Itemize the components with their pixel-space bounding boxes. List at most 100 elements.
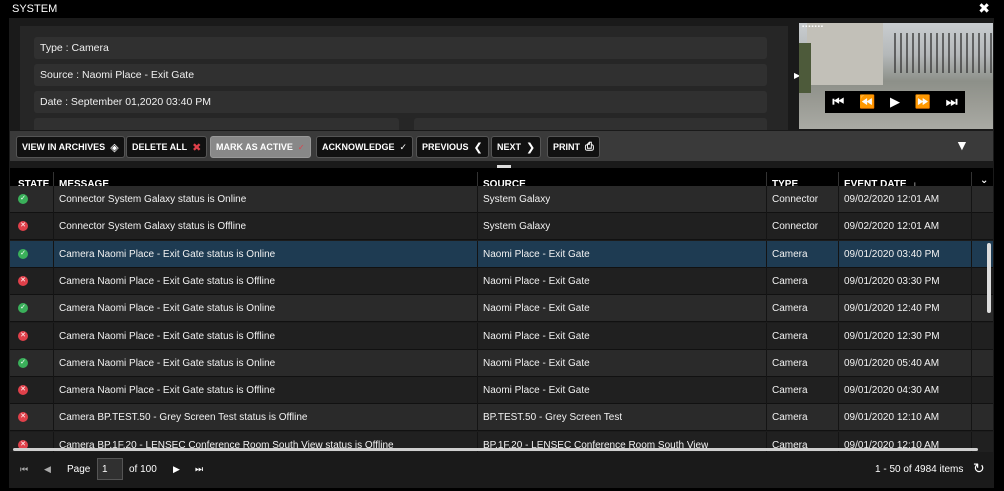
- previous-page-icon[interactable]: ◀: [44, 464, 51, 475]
- column-menu-chevron-icon[interactable]: ⌄: [980, 175, 988, 186]
- page-number-input[interactable]: [97, 458, 123, 480]
- mark-as-active-button[interactable]: MARK AS ACTIVE ✓: [210, 136, 311, 158]
- next-button[interactable]: NEXT ❯: [491, 136, 542, 158]
- items-summary: 1 - 50 of 4984 items: [875, 464, 964, 475]
- next-page-icon[interactable]: ▶: [173, 464, 180, 475]
- cell-source: Naomi Place - Exit Gate: [483, 275, 590, 287]
- detail-date: Date : September 01,2020 03:40 PM: [34, 91, 767, 113]
- cell-message: Connector System Galaxy status is Offlin…: [59, 221, 247, 233]
- close-icon[interactable]: ✖: [978, 0, 990, 17]
- check-icon: ✓: [297, 142, 305, 152]
- skip-start-icon[interactable]: ⏮: [832, 94, 844, 110]
- cell-type: Camera: [772, 248, 808, 260]
- skip-end-icon[interactable]: ⏭: [946, 94, 958, 110]
- cell-source: System Galaxy: [483, 221, 551, 233]
- cell-divider: [838, 240, 839, 268]
- cell-type: Camera: [772, 357, 808, 369]
- cell-divider: [838, 186, 839, 213]
- cell-divider: [477, 213, 478, 241]
- cell-divider: [53, 267, 54, 295]
- table-row[interactable]: ✕ Connector System Galaxy status is Offli…: [10, 213, 993, 241]
- camera-status-dots: ▪▪▪▪▪▪▪: [802, 24, 824, 30]
- cell-divider: [53, 295, 54, 323]
- cell-divider: [766, 213, 767, 241]
- refresh-icon[interactable]: ↻: [973, 460, 985, 477]
- view-in-archives-button[interactable]: VIEW IN ARCHIVES ◈: [16, 136, 125, 158]
- offline-status-icon: ✕: [18, 330, 28, 341]
- table-row[interactable]: ✓ Camera Naomi Place - Exit Gate status i…: [10, 295, 993, 323]
- cell-date: 09/01/2020 03:40 PM: [844, 248, 940, 260]
- play-icon[interactable]: ▶: [890, 94, 900, 110]
- cell-source: BP.TEST.50 - Grey Screen Test: [483, 412, 623, 424]
- acknowledge-label: ACKNOWLEDGE: [322, 142, 395, 152]
- acknowledge-button[interactable]: ACKNOWLEDGE ✓: [316, 136, 414, 158]
- cell-divider: [477, 322, 478, 350]
- cell-date: 09/01/2020 05:40 AM: [844, 357, 940, 369]
- cell-source: Naomi Place - Exit Gate: [483, 303, 590, 315]
- cell-divider: [477, 295, 478, 323]
- cell-divider: [477, 240, 478, 268]
- cell-source: Naomi Place - Exit Gate: [483, 357, 590, 369]
- first-page-icon[interactable]: ⏮: [20, 464, 28, 475]
- chevron-right-icon: ❯: [526, 141, 536, 154]
- table-row[interactable]: ✕ Camera BP.TEST.50 - Grey Screen Test st…: [10, 404, 993, 432]
- rewind-icon[interactable]: ⏪: [859, 94, 875, 110]
- cell-divider: [477, 267, 478, 295]
- table-row[interactable]: ✓ Camera Naomi Place - Exit Gate status i…: [10, 349, 993, 377]
- archive-icon: ◈: [110, 141, 119, 154]
- cell-divider: [766, 377, 767, 405]
- table-row[interactable]: ✕ Camera Naomi Place - Exit Gate status i…: [10, 267, 993, 295]
- print-button[interactable]: PRINT ⎙: [547, 136, 600, 158]
- table-row[interactable]: ✓ Connector System Galaxy status is Onlin…: [10, 186, 993, 213]
- cell-divider: [53, 213, 54, 241]
- detail-source: Source : Naomi Place - Exit Gate: [34, 64, 767, 86]
- cell-divider: [971, 349, 972, 377]
- cell-divider: [838, 322, 839, 350]
- grid-horizontal-scrollbar[interactable]: [13, 448, 978, 451]
- cell-divider: [971, 377, 972, 405]
- cell-source: Naomi Place - Exit Gate: [483, 385, 590, 397]
- events-grid: STATE MESSAGE SOURCE TYPE EVENT DATE ↓ ⌄…: [10, 168, 993, 452]
- table-row[interactable]: ✕ Camera Naomi Place - Exit Gate status i…: [10, 377, 993, 405]
- fast-forward-icon[interactable]: ⏩: [915, 94, 931, 110]
- cell-message: Camera Naomi Place - Exit Gate status is…: [59, 303, 276, 315]
- previous-button[interactable]: PREVIOUS ❮: [416, 136, 489, 158]
- delete-all-button[interactable]: DELETE ALL ✖: [126, 136, 208, 158]
- check-icon: ✓: [399, 141, 408, 152]
- page-count-label: of 100: [129, 464, 157, 475]
- camera-preview: ⏮ ⏪ ▶ ⏩ ⏭: [799, 23, 993, 129]
- cell-message: Camera BP.TEST.50 - Grey Screen Test sta…: [59, 412, 308, 424]
- last-page-icon[interactable]: ⏭: [195, 464, 203, 475]
- event-details-panel: Type : Camera Source : Naomi Place - Exi…: [20, 26, 788, 130]
- online-status-icon: ✓: [18, 248, 28, 259]
- online-status-icon: ✓: [18, 194, 28, 204]
- cell-divider: [766, 267, 767, 295]
- cell-message: Camera Naomi Place - Exit Gate status is…: [59, 385, 276, 397]
- filter-icon[interactable]: ▼: [955, 137, 969, 153]
- cell-type: Connector: [772, 194, 819, 205]
- cell-divider: [477, 186, 478, 213]
- cell-divider: [838, 213, 839, 241]
- cell-divider: [971, 213, 972, 241]
- cell-message: Camera Naomi Place - Exit Gate status is…: [59, 330, 276, 342]
- cell-divider: [838, 295, 839, 323]
- grid-vertical-scrollbar[interactable]: [987, 243, 991, 313]
- online-status-icon: ✓: [18, 303, 28, 314]
- camera-image-bush: [799, 43, 811, 93]
- title-bar: SYSTEM ✖: [0, 0, 1004, 18]
- cell-divider: [971, 295, 972, 323]
- cell-source: System Galaxy: [483, 194, 551, 205]
- detail-type: Type : Camera: [34, 37, 767, 59]
- table-row[interactable]: ✕ Camera Naomi Place - Exit Gate status i…: [10, 322, 993, 350]
- cell-divider: [53, 240, 54, 268]
- cell-type: Connector: [772, 221, 819, 233]
- offline-status-icon: ✕: [18, 275, 28, 286]
- cell-date: 09/01/2020 12:10 AM: [844, 412, 940, 424]
- cell-divider: [477, 377, 478, 405]
- previous-label: PREVIOUS: [422, 142, 469, 152]
- next-label: NEXT: [497, 142, 522, 152]
- cell-message: Camera Naomi Place - Exit Gate status is…: [59, 357, 276, 369]
- table-row[interactable]: ✓ Camera Naomi Place - Exit Gate status i…: [10, 240, 993, 268]
- cell-date: 09/01/2020 12:40 PM: [844, 303, 940, 315]
- cell-type: Camera: [772, 385, 808, 397]
